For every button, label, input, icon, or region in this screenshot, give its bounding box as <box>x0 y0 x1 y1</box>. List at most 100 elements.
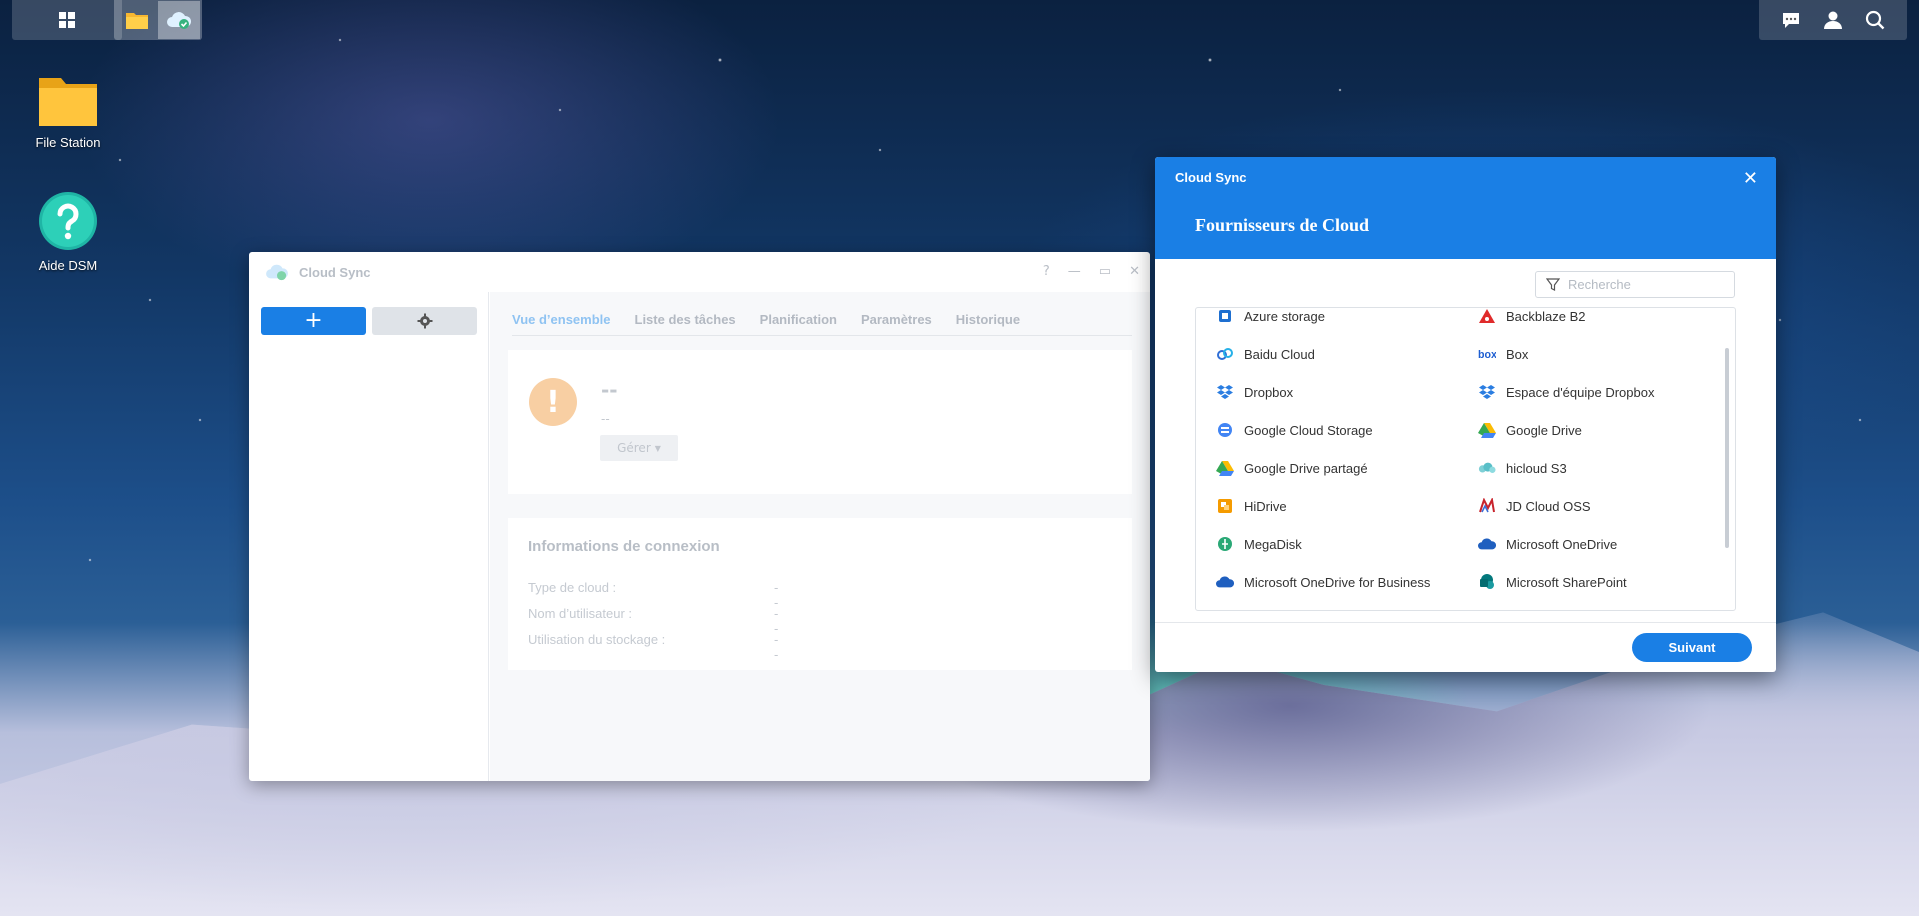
minimize-icon[interactable]: — <box>1068 264 1081 279</box>
desktop-icon-aide-dsm[interactable]: Aide DSM <box>8 191 128 273</box>
manage-label: Gérer <box>617 441 651 455</box>
connection-info-card: Informations de connexion Type de cloud … <box>508 518 1132 670</box>
taskbar-apps <box>114 0 202 40</box>
provider-item[interactable]: hicloud S3 <box>1458 449 1716 487</box>
user-button[interactable] <box>1812 1 1854 39</box>
onedrive-icon <box>1216 573 1234 591</box>
info-row-username: Nom d’utilisateur : -- <box>528 606 778 636</box>
main-menu-button[interactable] <box>12 0 122 40</box>
chat-icon <box>1783 13 1799 28</box>
provider-list: Azure storage Backblaze B2 Baidu Cloud box B… <box>1195 307 1736 611</box>
hicloud-icon <box>1478 459 1496 477</box>
filter-icon <box>1546 277 1560 291</box>
provider-label: Dropbox <box>1244 384 1294 400</box>
jd-cloud-icon <box>1478 497 1496 515</box>
provider-label: Azure storage <box>1244 308 1325 324</box>
provider-label: HiDrive <box>1244 498 1287 514</box>
provider-item[interactable]: Microsoft SharePoint <box>1458 563 1716 601</box>
status-card: ! -- -- Gérer ▼ <box>508 350 1132 494</box>
info-label: Utilisation du stockage : <box>528 632 666 647</box>
main-panel: Vue d’ensemble Liste des tâches Planific… <box>490 292 1150 781</box>
provider-label: Backblaze B2 <box>1506 308 1586 324</box>
provider-label: Microsoft OneDrive <box>1506 536 1618 552</box>
taskbar-cloud-sync[interactable] <box>158 1 200 39</box>
tab-settings[interactable]: Paramètres <box>861 312 932 335</box>
search-placeholder: Recherche <box>1568 277 1631 292</box>
sidebar: + <box>249 292 489 781</box>
provider-label: Baidu Cloud <box>1244 346 1315 362</box>
provider-label: Microsoft OneDrive for Business <box>1244 574 1431 590</box>
provider-item[interactable]: box Box <box>1458 335 1716 373</box>
dropbox-icon <box>1216 383 1234 401</box>
dialog-header: Cloud Sync ✕ Fournisseurs de Cloud <box>1155 157 1776 259</box>
taskbar-file-station[interactable] <box>116 1 158 39</box>
provider-item[interactable]: Baidu Cloud <box>1196 335 1458 373</box>
google-drive-icon <box>1216 459 1234 477</box>
tab-overview[interactable]: Vue d’ensemble <box>512 312 611 335</box>
azure-icon <box>1216 308 1234 325</box>
provider-item[interactable]: HiDrive <box>1196 487 1458 525</box>
user-icon <box>1824 11 1842 29</box>
svg-text:box: box <box>1478 349 1496 361</box>
provider-item[interactable]: Google Cloud Storage <box>1196 411 1458 449</box>
provider-item[interactable]: Dropbox <box>1196 373 1458 411</box>
status-subtitle: -- <box>601 412 610 426</box>
window-controls: ? — ▭ ✕ <box>1043 264 1140 279</box>
close-icon[interactable]: ✕ <box>1129 264 1140 279</box>
provider-label: Microsoft SharePoint <box>1506 574 1627 590</box>
onedrive-icon <box>1478 535 1496 553</box>
info-label: Type de cloud : <box>528 580 617 595</box>
provider-item[interactable]: Espace d'équipe Dropbox <box>1458 373 1716 411</box>
desktop-icon-label: Aide DSM <box>38 258 98 273</box>
plus-icon: + <box>304 308 323 333</box>
folder-icon <box>126 13 148 29</box>
provider-item[interactable]: Google Drive partagé <box>1196 449 1458 487</box>
provider-item[interactable]: JD Cloud OSS <box>1458 487 1716 525</box>
provider-label: MegaDisk <box>1244 536 1302 552</box>
desktop-icon-file-station[interactable]: File Station <box>8 72 128 150</box>
gear-icon <box>417 313 432 329</box>
add-connection-button[interactable]: + <box>261 307 366 335</box>
provider-item[interactable]: MegaDisk <box>1196 525 1458 563</box>
provider-grid: Azure storage Backblaze B2 Baidu Cloud box B… <box>1196 308 1716 601</box>
tab-history[interactable]: Historique <box>956 312 1020 335</box>
tab-task-list[interactable]: Liste des tâches <box>635 312 736 335</box>
provider-label: JD Cloud OSS <box>1506 498 1591 514</box>
search-input[interactable]: Recherche <box>1535 271 1735 298</box>
desktop-icon-label: File Station <box>35 135 101 150</box>
megadisk-icon <box>1216 535 1234 553</box>
info-label: Nom d’utilisateur : <box>528 606 633 621</box>
next-button[interactable]: Suivant <box>1632 633 1752 662</box>
cloud-sync-icon <box>266 264 288 281</box>
sharepoint-icon <box>1478 573 1496 591</box>
settings-button[interactable] <box>372 307 477 335</box>
caret-down-icon: ▼ <box>654 443 661 453</box>
help-icon[interactable]: ? <box>1043 264 1050 279</box>
provider-item[interactable]: Google Drive <box>1458 411 1716 449</box>
tab-bar: Vue d’ensemble Liste des tâches Planific… <box>512 312 1132 336</box>
folder-icon <box>39 78 97 126</box>
provider-label: Google Cloud Storage <box>1244 422 1373 438</box>
window-titlebar[interactable]: Cloud Sync <box>249 252 1150 292</box>
provider-label: Google Drive partagé <box>1244 460 1368 476</box>
search-button[interactable] <box>1854 1 1896 39</box>
google-cloud-icon <box>1216 421 1234 439</box>
provider-label: Espace d'équipe Dropbox <box>1506 384 1655 400</box>
notifications-button[interactable] <box>1770 1 1812 39</box>
provider-item[interactable]: Microsoft OneDrive for Business <box>1196 563 1458 601</box>
maximize-icon[interactable]: ▭ <box>1099 264 1111 279</box>
cloud-provider-dialog: Cloud Sync ✕ Fournisseurs de Cloud Reche… <box>1155 157 1776 672</box>
google-drive-icon <box>1478 421 1496 439</box>
tab-schedule[interactable]: Planification <box>760 312 837 335</box>
taskbar-right <box>1759 0 1907 40</box>
close-icon[interactable]: ✕ <box>1743 168 1758 189</box>
scrollbar[interactable] <box>1725 348 1729 548</box>
dialog-footer: Suivant <box>1155 622 1776 672</box>
dialog-app-name: Cloud Sync <box>1175 170 1247 185</box>
provider-item[interactable]: Microsoft OneDrive <box>1458 525 1716 563</box>
provider-item[interactable]: Azure storage <box>1196 308 1458 335</box>
box-icon: box <box>1478 345 1496 363</box>
cloud-sync-icon <box>167 12 192 29</box>
provider-item[interactable]: Backblaze B2 <box>1458 308 1716 335</box>
manage-button[interactable]: Gérer ▼ <box>600 435 678 461</box>
